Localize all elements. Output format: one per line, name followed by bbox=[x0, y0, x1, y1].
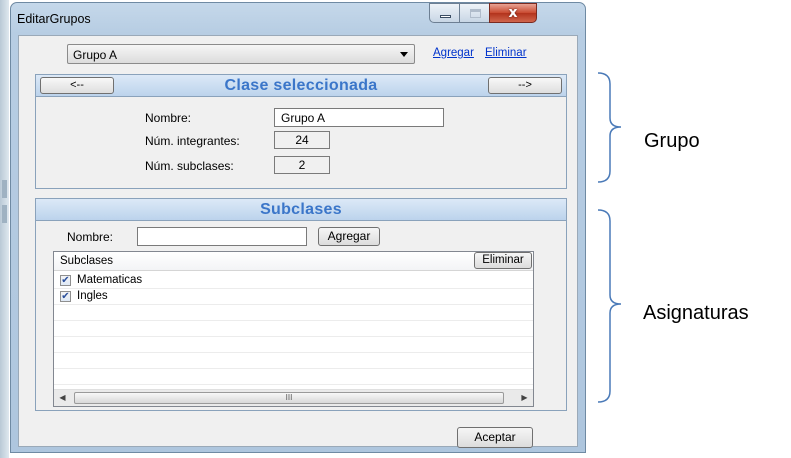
integrantes-value: 24 bbox=[274, 131, 330, 149]
edge-notch bbox=[2, 205, 7, 223]
list-header-label: Subclases bbox=[60, 255, 114, 267]
remove-subclase-button[interactable]: Eliminar bbox=[474, 252, 532, 269]
list-item[interactable]: ✔ Matematicas bbox=[54, 273, 533, 289]
empty-row bbox=[54, 337, 533, 353]
accept-button[interactable]: Aceptar bbox=[457, 427, 533, 448]
subclases-count-value: 2 bbox=[274, 156, 330, 174]
empty-row bbox=[54, 305, 533, 321]
title-bar[interactable]: EditarGrupos x bbox=[11, 3, 585, 35]
group-select[interactable]: Grupo A bbox=[67, 44, 415, 64]
next-button[interactable]: --> bbox=[488, 77, 562, 94]
list-header: Subclases Eliminar bbox=[54, 252, 533, 271]
list-item-label: Ingles bbox=[77, 290, 108, 302]
subclase-nombre-label: Nombre: bbox=[67, 230, 114, 244]
asignaturas-annotation: Asignaturas bbox=[643, 302, 749, 324]
arrow-right-icon[interactable]: ▶ bbox=[516, 390, 533, 406]
clase-panel-title: Clase seleccionada bbox=[224, 77, 378, 94]
subclases-count-label: Núm. subclases: bbox=[145, 159, 234, 173]
remove-group-link[interactable]: Eliminar bbox=[485, 47, 527, 59]
window-client-area: Grupo A Agregar Eliminar Clase seleccion… bbox=[18, 35, 578, 448]
screen-edge-strip bbox=[0, 0, 9, 458]
editar-grupos-window: EditarGrupos x Grupo A Agregar Eliminar … bbox=[10, 2, 586, 453]
chevron-down-icon bbox=[400, 52, 408, 57]
asignaturas-brace bbox=[597, 209, 622, 403]
integrantes-label: Núm. integrantes: bbox=[145, 134, 240, 148]
group-select-value: Grupo A bbox=[73, 48, 118, 62]
edge-notch bbox=[2, 180, 7, 198]
maximize-icon bbox=[470, 9, 481, 18]
checkbox-checked-icon[interactable]: ✔ bbox=[60, 275, 71, 286]
subclase-nombre-field[interactable] bbox=[137, 227, 307, 246]
list-item-label: Matematicas bbox=[77, 274, 143, 286]
subclases-panel-title: Subclases bbox=[260, 201, 342, 218]
nombre-field[interactable]: Grupo A bbox=[274, 108, 444, 127]
add-subclase-button[interactable]: Agregar bbox=[318, 227, 380, 246]
maximize-button[interactable] bbox=[459, 3, 490, 23]
nombre-label: Nombre: bbox=[145, 111, 192, 125]
list-item[interactable]: ✔ Ingles bbox=[54, 289, 533, 305]
previous-button[interactable]: <-- bbox=[40, 77, 114, 94]
close-button[interactable]: x bbox=[489, 3, 537, 23]
scroll-thumb[interactable]: III bbox=[74, 392, 504, 404]
grupo-annotation: Grupo bbox=[644, 130, 700, 152]
clase-seleccionada-panel: Clase seleccionada <-- --> Nombre: Grupo… bbox=[35, 74, 567, 189]
subclases-list[interactable]: Subclases Eliminar ✔ Matematicas ✔ Ingle… bbox=[53, 251, 534, 407]
subclases-panel: Subclases Nombre: Agregar Subclases Elim… bbox=[35, 198, 567, 411]
subclases-panel-header: Subclases bbox=[36, 199, 566, 221]
clase-panel-header: Clase seleccionada <-- --> bbox=[36, 75, 566, 97]
empty-row bbox=[54, 321, 533, 337]
caption-buttons: x bbox=[429, 3, 537, 25]
window-title: EditarGrupos bbox=[17, 12, 91, 26]
grupo-brace bbox=[597, 72, 622, 183]
arrow-left-icon[interactable]: ◀ bbox=[54, 390, 71, 406]
minimize-button[interactable] bbox=[429, 3, 460, 23]
minimize-icon bbox=[440, 15, 451, 18]
checkbox-checked-icon[interactable]: ✔ bbox=[60, 291, 71, 302]
empty-row bbox=[54, 353, 533, 369]
empty-row bbox=[54, 369, 533, 385]
add-group-link[interactable]: Agregar bbox=[433, 47, 474, 59]
close-icon: x bbox=[508, 5, 518, 21]
horizontal-scrollbar[interactable]: ◀ III ▶ bbox=[54, 389, 533, 406]
